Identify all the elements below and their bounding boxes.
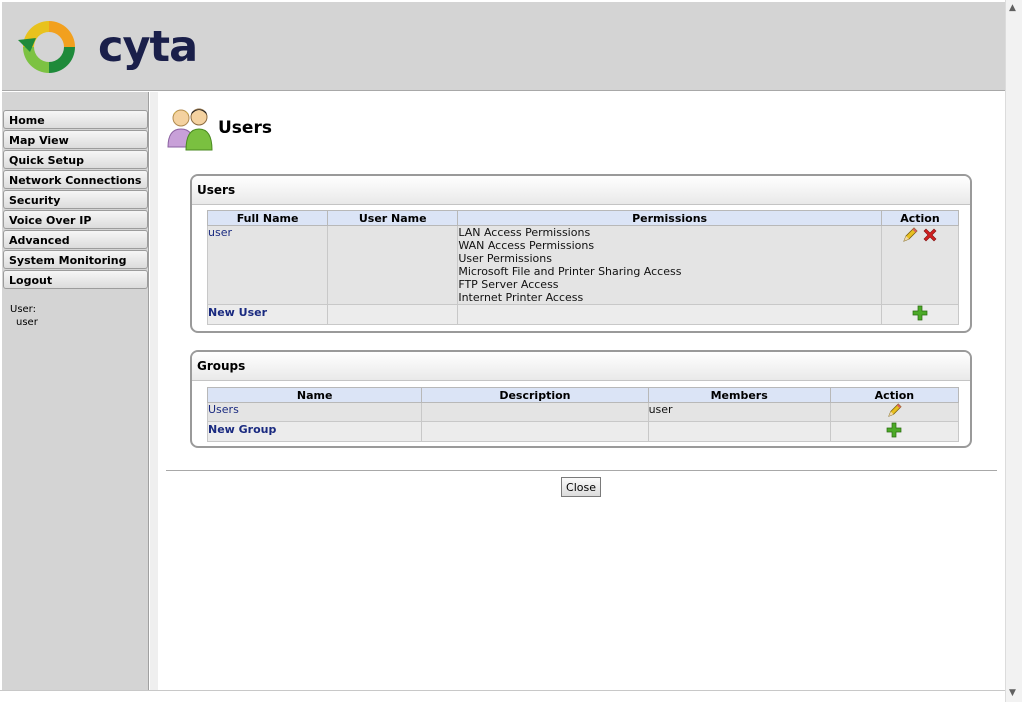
green-plus-icon[interactable] <box>912 305 928 321</box>
column-header: Action <box>829 387 960 403</box>
nav-item-network-connections[interactable]: Network Connections <box>3 170 148 189</box>
green-plus-icon[interactable] <box>886 422 902 438</box>
logged-in-user-value: user <box>16 317 38 328</box>
groups-panel: Groups Name Description Members Action U… <box>190 350 972 448</box>
header-banner: cyta <box>2 2 1005 91</box>
nav-item-quick-setup[interactable]: Quick Setup <box>3 150 148 169</box>
groups-table: Name Description Members Action Users us… <box>206 387 960 442</box>
brand-name: cyta <box>98 22 198 72</box>
column-header: Action <box>880 210 960 226</box>
user-name-cell <box>327 225 459 305</box>
users-panel: Users Full Name User Name Permissions Ac… <box>190 174 972 333</box>
empty-cell <box>421 421 649 442</box>
nav-item-system-monitoring[interactable]: System Monitoring <box>3 250 148 269</box>
nav-item-map-view[interactable]: Map View <box>3 130 148 149</box>
vertical-scrollbar[interactable]: ▲ ▼ <box>1005 0 1022 702</box>
new-group-link[interactable]: New Group <box>208 423 276 436</box>
nav-item-voice-over-ip[interactable]: Voice Over IP <box>3 210 148 229</box>
column-header: Name <box>206 387 423 403</box>
group-name-link[interactable]: Users <box>208 403 239 416</box>
permissions-cell: LAN Access Permissions WAN Access Permis… <box>457 225 882 305</box>
user-action-cell <box>880 225 960 305</box>
users-icon <box>167 108 213 151</box>
column-header: Members <box>647 387 831 403</box>
sidebar-edge <box>150 92 158 690</box>
status-bar <box>0 690 1005 702</box>
nav-item-security[interactable]: Security <box>3 190 148 209</box>
groups-panel-title: Groups <box>192 352 970 381</box>
pencil-edit-icon[interactable] <box>902 227 918 243</box>
users-table-header: Full Name User Name Permissions Action <box>206 210 960 226</box>
empty-cell <box>647 421 831 442</box>
pencil-edit-icon[interactable] <box>887 403 902 418</box>
permission-item: LAN Access Permissions <box>458 226 591 239</box>
group-members-cell: user <box>648 403 673 416</box>
logo: cyta <box>18 16 198 80</box>
permission-item: WAN Access Permissions <box>458 239 595 252</box>
table-row: New User <box>206 304 960 325</box>
add-action-cell <box>829 421 960 442</box>
table-row: user LAN Access Permissions WAN Access P… <box>206 225 960 305</box>
users-table: Full Name User Name Permissions Action u… <box>206 210 960 325</box>
cyta-swirl-logo-icon <box>18 21 75 73</box>
column-header: Full Name <box>206 210 329 226</box>
permission-item: Internet Printer Access <box>458 291 584 304</box>
empty-cell <box>457 304 882 325</box>
column-header: Permissions <box>457 210 882 226</box>
new-user-link[interactable]: New User <box>208 306 267 319</box>
permission-item: User Permissions <box>458 252 552 265</box>
table-row: New Group <box>206 421 960 442</box>
sidebar: Home Map View Quick Setup Network Connec… <box>2 92 149 690</box>
page-title: Users <box>218 118 272 138</box>
close-button[interactable]: Close <box>561 477 601 497</box>
user-full-name-link[interactable]: user <box>208 226 232 239</box>
add-action-cell <box>880 304 960 325</box>
group-action-cell <box>829 402 960 422</box>
permission-item: FTP Server Access <box>458 278 559 291</box>
empty-cell <box>327 304 459 325</box>
browser-window: cyta Home Map View Quick Setup Network C… <box>0 0 1022 702</box>
red-x-delete-icon[interactable] <box>922 227 938 243</box>
nav-item-home[interactable]: Home <box>3 110 148 129</box>
column-header: User Name <box>327 210 459 226</box>
divider <box>166 470 997 471</box>
group-description-cell <box>421 402 649 422</box>
logged-in-user-label: User: <box>10 304 36 315</box>
scroll-down-icon[interactable]: ▼ <box>1009 688 1016 698</box>
table-row: Users user <box>206 402 960 422</box>
column-header: Description <box>421 387 649 403</box>
permission-item: Microsoft File and Printer Sharing Acces… <box>458 265 682 278</box>
nav-item-logout[interactable]: Logout <box>3 270 148 289</box>
users-panel-title: Users <box>192 176 970 205</box>
groups-table-header: Name Description Members Action <box>206 387 960 403</box>
nav-item-advanced[interactable]: Advanced <box>3 230 148 249</box>
scroll-up-icon[interactable]: ▲ <box>1009 3 1016 13</box>
